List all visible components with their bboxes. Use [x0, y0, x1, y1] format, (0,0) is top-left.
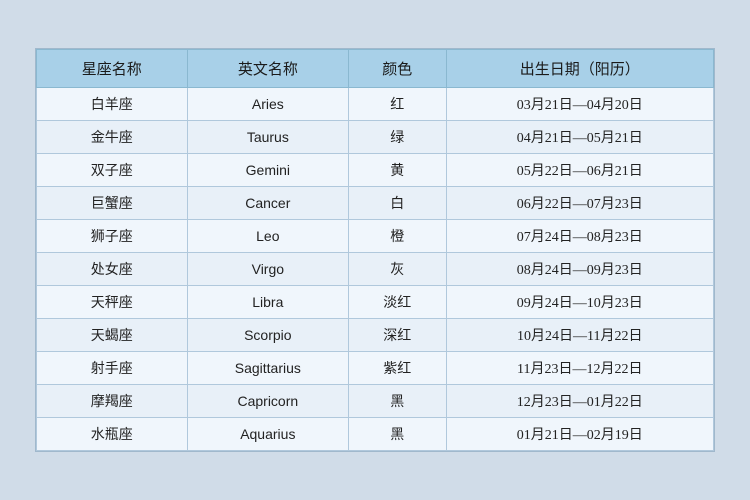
zodiac-table: 星座名称 英文名称 颜色 出生日期（阳历） 白羊座Aries红03月21日—04…: [36, 49, 714, 451]
cell-color: 白: [349, 187, 446, 220]
cell-color: 紫红: [349, 352, 446, 385]
cell-dates: 08月24日—09月23日: [446, 253, 713, 286]
cell-dates: 01月21日—02月19日: [446, 418, 713, 451]
cell-chinese-name: 天蝎座: [37, 319, 188, 352]
cell-color: 红: [349, 88, 446, 121]
cell-dates: 04月21日—05月21日: [446, 121, 713, 154]
cell-chinese-name: 狮子座: [37, 220, 188, 253]
table-row: 天蝎座Scorpio深红10月24日—11月22日: [37, 319, 714, 352]
cell-chinese-name: 水瓶座: [37, 418, 188, 451]
cell-color: 深红: [349, 319, 446, 352]
cell-color: 橙: [349, 220, 446, 253]
cell-color: 黑: [349, 385, 446, 418]
table-row: 金牛座Taurus绿04月21日—05月21日: [37, 121, 714, 154]
cell-dates: 06月22日—07月23日: [446, 187, 713, 220]
cell-english-name: Gemini: [187, 154, 348, 187]
cell-color: 黄: [349, 154, 446, 187]
cell-color: 黑: [349, 418, 446, 451]
cell-chinese-name: 巨蟹座: [37, 187, 188, 220]
cell-color: 淡红: [349, 286, 446, 319]
cell-english-name: Cancer: [187, 187, 348, 220]
cell-dates: 07月24日—08月23日: [446, 220, 713, 253]
zodiac-table-container: 星座名称 英文名称 颜色 出生日期（阳历） 白羊座Aries红03月21日—04…: [35, 48, 715, 452]
cell-chinese-name: 摩羯座: [37, 385, 188, 418]
cell-chinese-name: 处女座: [37, 253, 188, 286]
table-row: 射手座Sagittarius紫红11月23日—12月22日: [37, 352, 714, 385]
table-row: 天秤座Libra淡红09月24日—10月23日: [37, 286, 714, 319]
table-row: 水瓶座Aquarius黑01月21日—02月19日: [37, 418, 714, 451]
cell-dates: 11月23日—12月22日: [446, 352, 713, 385]
cell-dates: 12月23日—01月22日: [446, 385, 713, 418]
cell-english-name: Libra: [187, 286, 348, 319]
cell-dates: 09月24日—10月23日: [446, 286, 713, 319]
header-english-name: 英文名称: [187, 50, 348, 88]
cell-english-name: Leo: [187, 220, 348, 253]
cell-english-name: Taurus: [187, 121, 348, 154]
table-row: 巨蟹座Cancer白06月22日—07月23日: [37, 187, 714, 220]
table-header-row: 星座名称 英文名称 颜色 出生日期（阳历）: [37, 50, 714, 88]
cell-chinese-name: 射手座: [37, 352, 188, 385]
table-row: 摩羯座Capricorn黑12月23日—01月22日: [37, 385, 714, 418]
header-chinese-name: 星座名称: [37, 50, 188, 88]
cell-english-name: Aquarius: [187, 418, 348, 451]
cell-chinese-name: 白羊座: [37, 88, 188, 121]
cell-english-name: Sagittarius: [187, 352, 348, 385]
table-row: 白羊座Aries红03月21日—04月20日: [37, 88, 714, 121]
table-row: 狮子座Leo橙07月24日—08月23日: [37, 220, 714, 253]
cell-dates: 05月22日—06月21日: [446, 154, 713, 187]
cell-chinese-name: 金牛座: [37, 121, 188, 154]
header-color: 颜色: [349, 50, 446, 88]
cell-english-name: Capricorn: [187, 385, 348, 418]
table-row: 双子座Gemini黄05月22日—06月21日: [37, 154, 714, 187]
cell-english-name: Virgo: [187, 253, 348, 286]
cell-chinese-name: 天秤座: [37, 286, 188, 319]
cell-english-name: Aries: [187, 88, 348, 121]
header-dates: 出生日期（阳历）: [446, 50, 713, 88]
table-row: 处女座Virgo灰08月24日—09月23日: [37, 253, 714, 286]
cell-dates: 10月24日—11月22日: [446, 319, 713, 352]
cell-dates: 03月21日—04月20日: [446, 88, 713, 121]
cell-color: 绿: [349, 121, 446, 154]
cell-color: 灰: [349, 253, 446, 286]
cell-chinese-name: 双子座: [37, 154, 188, 187]
cell-english-name: Scorpio: [187, 319, 348, 352]
